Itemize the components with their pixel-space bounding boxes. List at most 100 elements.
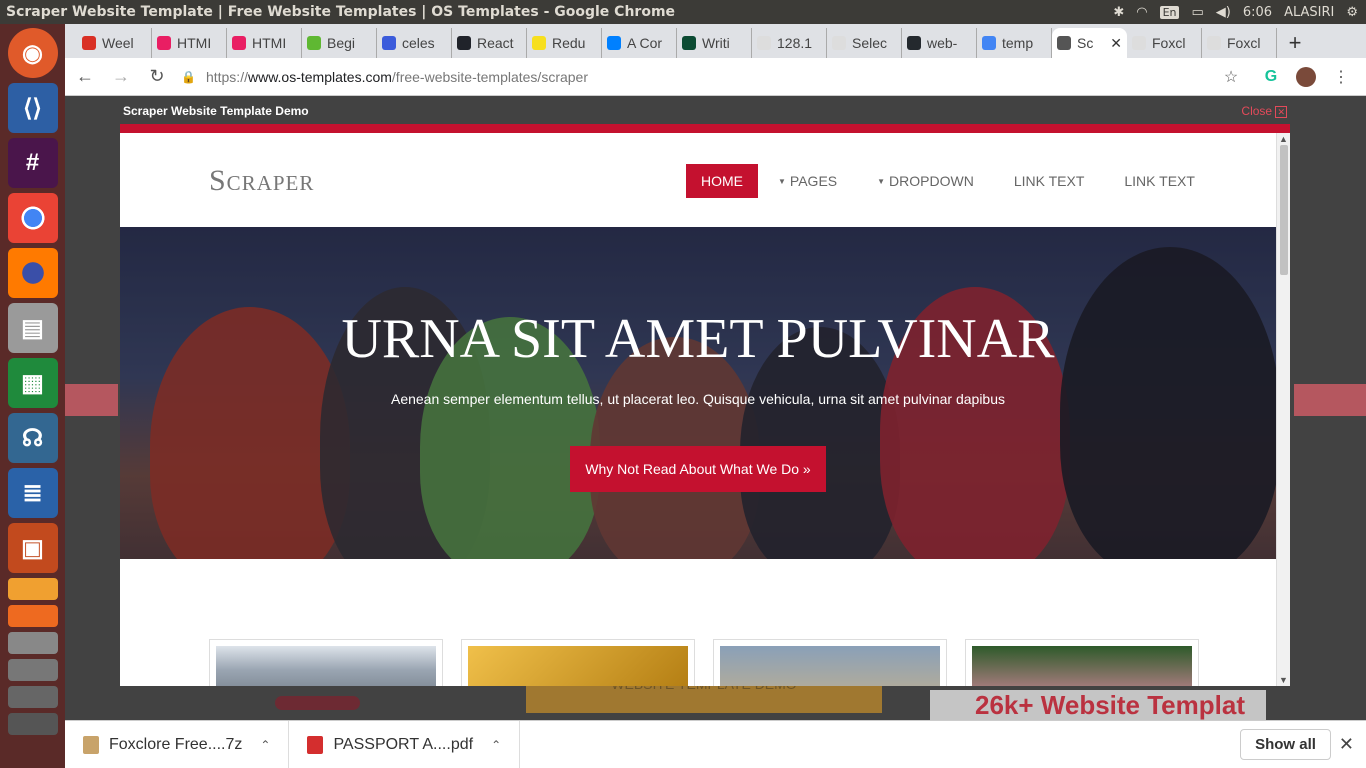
browser-tab[interactable]: HTMI xyxy=(227,28,302,58)
scrollbar-thumb[interactable] xyxy=(1280,145,1288,275)
vlc-icon[interactable] xyxy=(7,605,58,627)
dropdown-caret-icon: ▼ xyxy=(877,176,886,186)
browser-tab[interactable]: Writi xyxy=(677,28,752,58)
gallery-card-boat[interactable] xyxy=(713,639,947,686)
tab-active[interactable]: Sc ✕ xyxy=(1052,28,1127,58)
slack-icon[interactable]: # xyxy=(7,138,58,188)
site-main-nav: HOME ▼ PAGES ▼ DROPDOWN LINK TEXT LINK TEXT xyxy=(686,164,1215,198)
system-indicators: ✱ ◠ En ▭ ◀) 6:06 ALASIRI ⚙ xyxy=(1113,5,1366,20)
browser-tab[interactable]: A Cor xyxy=(602,28,677,58)
lock-icon[interactable]: 🔒 xyxy=(181,70,196,84)
browser-tab[interactable]: Selec xyxy=(827,28,902,58)
show-all-downloads-button[interactable]: Show all xyxy=(1240,729,1331,760)
tab-label: Writi xyxy=(702,35,730,51)
browser-tab[interactable]: celes xyxy=(377,28,452,58)
tab-label: A Cor xyxy=(627,35,663,51)
user-name[interactable]: ALASIRI xyxy=(1284,5,1334,20)
forward-arrow-icon[interactable]: → xyxy=(105,61,137,93)
demo-close-link[interactable]: Close ✕ xyxy=(1241,104,1287,118)
gallery-card-flowers[interactable] xyxy=(965,639,1199,686)
scroll-down-arrow-icon[interactable]: ▼ xyxy=(1279,675,1288,685)
impress-presentation-icon[interactable]: ▣ xyxy=(7,523,58,573)
demo-vertical-scrollbar[interactable]: ▲ ▼ xyxy=(1276,133,1290,686)
url-scheme: https:// xyxy=(205,68,248,85)
download-item[interactable]: Foxclore Free....7z ⌃ xyxy=(65,720,290,768)
volume-icon[interactable]: ◀) xyxy=(1216,5,1231,20)
ubuntu-dash-icon[interactable]: ◉ xyxy=(7,28,58,78)
browser-tab[interactable]: React xyxy=(452,28,527,58)
hero-title: URNA SIT AMET PULVINAR xyxy=(341,308,1055,370)
grammarly-extension-icon[interactable]: G xyxy=(1256,62,1286,92)
download-options-chevron-icon[interactable]: ⌃ xyxy=(260,738,270,752)
clock[interactable]: 6:06 xyxy=(1243,5,1272,20)
stacked-window-icon[interactable] xyxy=(7,632,58,654)
tab-favicon-icon xyxy=(532,36,546,50)
scroll-up-arrow-icon[interactable]: ▲ xyxy=(1279,134,1288,144)
nav-item-label: LINK TEXT xyxy=(1124,173,1195,189)
tab-favicon-icon xyxy=(757,36,771,50)
writer-document-icon[interactable]: ≣ xyxy=(7,468,58,518)
nav-item[interactable]: LINK TEXT xyxy=(994,165,1105,197)
nav-item[interactable]: ▼ PAGES xyxy=(758,165,857,197)
bookmark-star-icon[interactable]: ☆ xyxy=(1216,62,1246,92)
close-download-shelf-icon[interactable]: ✕ xyxy=(1339,734,1354,755)
calc-spreadsheet-icon[interactable]: ▦ xyxy=(7,358,58,408)
tab-label: Weel xyxy=(102,35,134,51)
gallery-card-brass[interactable] xyxy=(461,639,695,686)
chrome-icon[interactable] xyxy=(7,193,58,243)
hero-cta-button[interactable]: Why Not Read About What We Do » xyxy=(570,446,826,492)
browser-tab[interactable]: Redu xyxy=(527,28,602,58)
stacked-window-icon-3[interactable] xyxy=(7,686,58,708)
keyboard-language-indicator[interactable]: En xyxy=(1159,5,1180,19)
url-host: www.os-templates.com xyxy=(247,68,392,85)
wifi-icon[interactable]: ◠ xyxy=(1136,5,1147,20)
demo-modal-header: Scraper Website Template Demo Close ✕ xyxy=(120,98,1290,124)
gallery-card-city[interactable] xyxy=(209,639,443,686)
nav-item[interactable]: HOME xyxy=(686,164,758,198)
nav-item[interactable]: LINK TEXT xyxy=(1104,165,1215,197)
address-bar[interactable]: 🔒 https://www.os-templates.com/free-webs… xyxy=(181,62,1216,92)
files-icon[interactable]: ▤ xyxy=(7,303,58,353)
download-file-name: Foxclore Free....7z xyxy=(109,735,243,753)
browser-tab[interactable]: Foxcl xyxy=(1202,28,1277,58)
tab-favicon-icon xyxy=(907,36,921,50)
profile-avatar[interactable] xyxy=(1296,66,1316,87)
settings-gear-icon[interactable]: ⚙ xyxy=(1346,5,1358,20)
tab-label: 128.1 xyxy=(777,35,813,51)
site-logo[interactable]: Scraper xyxy=(209,164,314,198)
vscode-icon[interactable]: ⟨⟩ xyxy=(7,83,58,133)
browser-toolbar: ← → ↻ 🔒 https://www.os-templates.com/fre… xyxy=(65,58,1366,96)
hero-section: URNA SIT AMET PULVINAR Aenean semper ele… xyxy=(120,227,1276,559)
browser-tab[interactable]: Foxcl xyxy=(1127,28,1202,58)
pgadmin-elephant-icon[interactable]: ☊ xyxy=(7,413,58,463)
stacked-window-icon-2[interactable] xyxy=(7,659,58,681)
browser-tab[interactable]: Begi xyxy=(302,28,377,58)
browser-tab[interactable]: HTMI xyxy=(152,28,227,58)
nav-item[interactable]: ▼ DROPDOWN xyxy=(857,165,994,197)
background-banner-left xyxy=(65,384,118,416)
download-item[interactable]: PASSPORT A....pdf ⌃ xyxy=(289,720,521,768)
firefox-icon[interactable] xyxy=(7,248,58,298)
tab-favicon-icon xyxy=(832,36,846,50)
card-image-city xyxy=(216,646,436,686)
browser-tab[interactable]: temp xyxy=(977,28,1052,58)
amazon-icon[interactable] xyxy=(7,578,58,600)
slack-tray-icon[interactable]: ✱ xyxy=(1113,5,1124,20)
new-tab-plus-icon[interactable]: + xyxy=(1277,28,1313,58)
battery-icon[interactable]: ▭ xyxy=(1191,5,1203,20)
tab-label: Sc xyxy=(1077,35,1094,51)
browser-tab[interactable]: Weel xyxy=(77,28,152,58)
tab-favicon-icon xyxy=(382,36,396,50)
tab-label: HTMI xyxy=(252,35,287,51)
download-items: Foxclore Free....7z ⌃ PASSPORT A....pdf ⌃ xyxy=(65,720,521,768)
reload-icon[interactable]: ↻ xyxy=(141,61,173,93)
menu-kebab-icon[interactable]: ⋮ xyxy=(1326,62,1356,92)
close-x-icon[interactable]: ✕ xyxy=(1275,106,1287,118)
stacked-window-icon-4[interactable] xyxy=(7,713,58,735)
browser-tab[interactable]: web- xyxy=(902,28,977,58)
tab-close-icon[interactable]: ✕ xyxy=(1110,35,1122,52)
browser-tab[interactable]: 128.1 xyxy=(752,28,827,58)
download-options-chevron-icon[interactable]: ⌃ xyxy=(491,738,501,752)
back-arrow-icon[interactable]: ← xyxy=(69,61,101,93)
background-ad-banner: 26k+ Website Templat xyxy=(930,690,1266,720)
